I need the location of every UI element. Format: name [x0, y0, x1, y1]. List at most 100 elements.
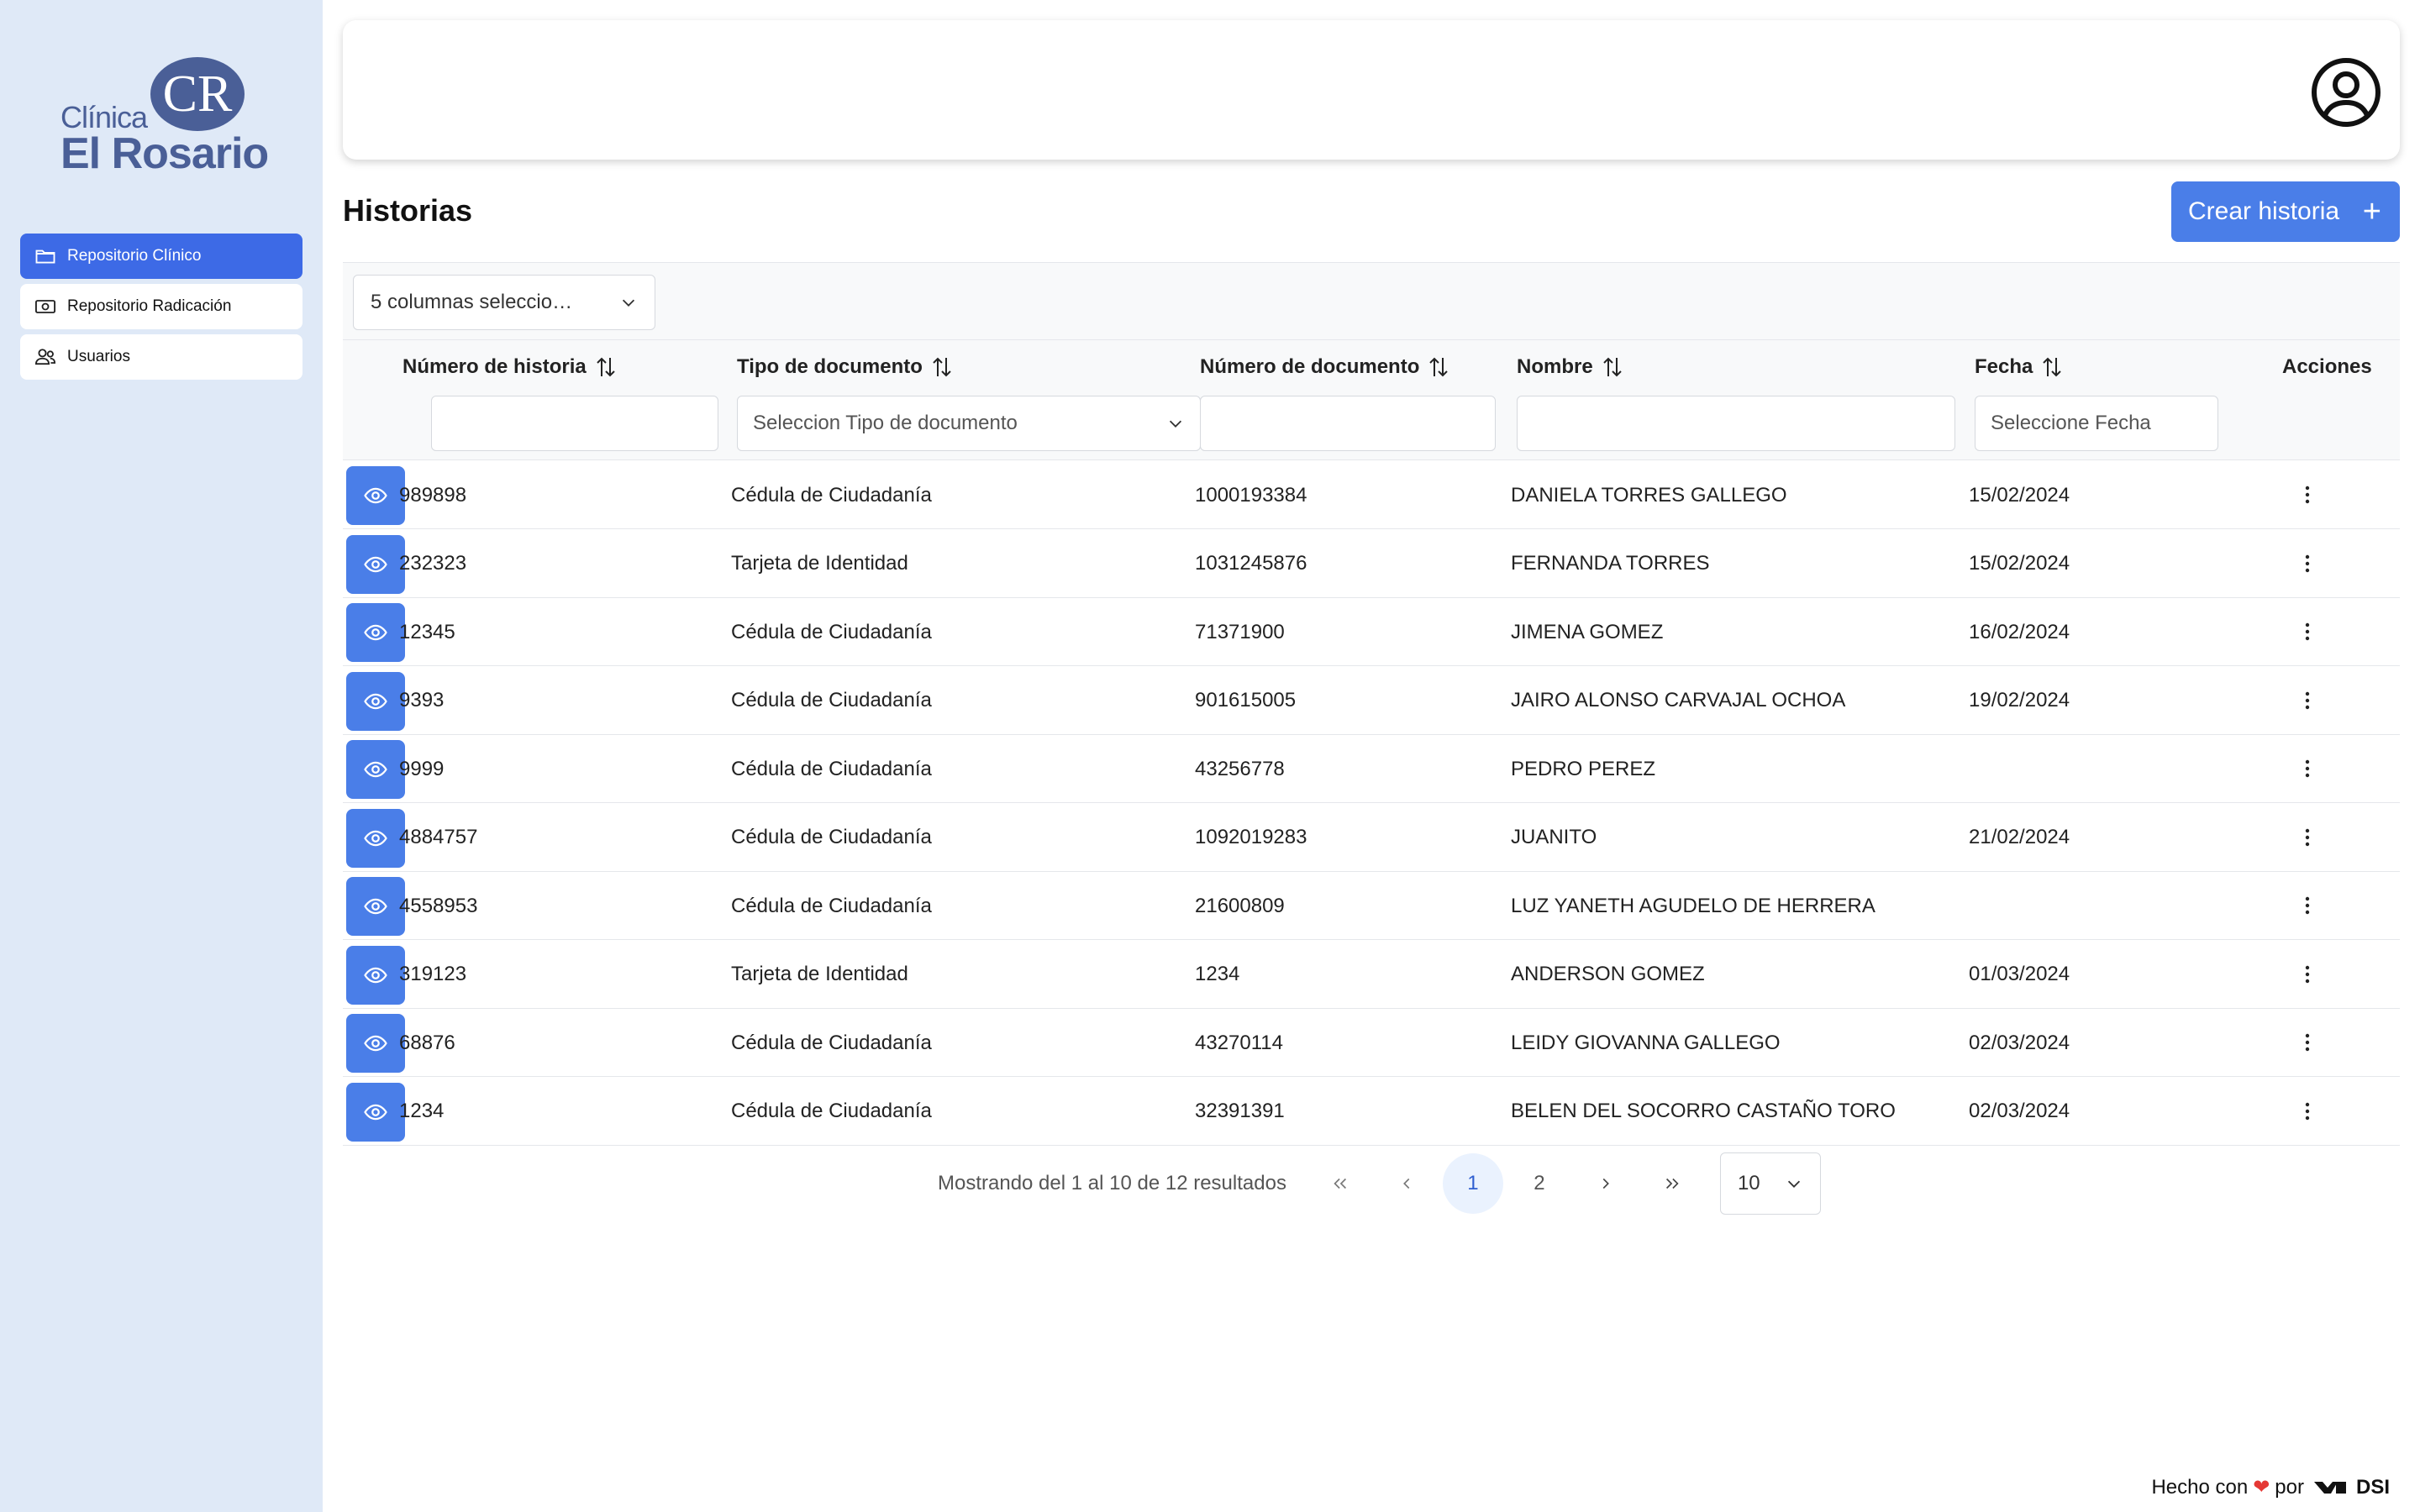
cell-nombre: ANDERSON GOMEZ — [1511, 963, 1705, 985]
next-page-button[interactable] — [1576, 1153, 1636, 1214]
filter-placeholder: Seleccione Fecha — [1991, 412, 2151, 434]
column-header-fecha[interactable]: Fecha — [1975, 350, 2063, 384]
cell-tipo: Cédula de Ciudadanía — [731, 1100, 932, 1122]
cell-tipo: Cédula de Ciudadanía — [731, 1031, 932, 1054]
column-header-label: Tipo de documento — [737, 355, 923, 378]
cell-tipo: Tarjeta de Identidad — [731, 552, 908, 575]
filter-numero-input[interactable] — [1200, 396, 1496, 451]
cell-nombre: LUZ YANETH AGUDELO DE HERRERA — [1511, 894, 1876, 917]
filter-fecha-input[interactable]: Seleccione Fecha — [1975, 396, 2218, 451]
last-page-button[interactable] — [1642, 1153, 1702, 1214]
row-actions-menu-button[interactable] — [2292, 1027, 2323, 1058]
cell-numero: 21600809 — [1195, 894, 1285, 917]
money-bill-icon — [34, 295, 57, 318]
prev-page-button[interactable] — [1376, 1153, 1437, 1214]
table-row: 68876 Cédula de Ciudadanía 43270114 LEIDY G… — [343, 1009, 2400, 1077]
columns-multiselect-value: 5 columnas seleccio… — [371, 291, 573, 313]
table-row: 4884757 Cédula de Ciudadanía 1092019283 JUA… — [343, 803, 2400, 872]
cell-numero: 32391391 — [1195, 1100, 1285, 1122]
clinic-logo[interactable]: CR Clínica El Rosario — [59, 54, 277, 188]
app: CR Clínica El Rosario Repositorio Clínic… — [0, 0, 2420, 1512]
column-header-numero[interactable]: Número de documento — [1200, 350, 1449, 384]
sidebar-nav: Repositorio Clínico Repositorio Radicaci… — [20, 234, 302, 385]
filter-nombre-input[interactable] — [1517, 396, 1955, 451]
table-header: Número de historia Tipo de documento Núm… — [343, 339, 2400, 460]
row-actions-menu-button[interactable] — [2292, 959, 2323, 990]
chevron-down-icon — [1787, 1180, 1801, 1188]
cell-historia: 319123 — [399, 963, 467, 985]
column-header-tipo[interactable]: Tipo de documento — [737, 350, 953, 384]
cell-numero: 1000193384 — [1195, 483, 1307, 507]
column-header-acciones: Acciones — [2282, 350, 2372, 384]
column-header-nombre[interactable]: Nombre — [1517, 350, 1623, 384]
cell-numero: 1234 — [1195, 963, 1240, 985]
page-button-1[interactable]: 1 — [1442, 1153, 1503, 1214]
row-actions-menu-button[interactable] — [2292, 1096, 2323, 1126]
view-button[interactable] — [346, 877, 405, 936]
filter-historia-input[interactable] — [431, 396, 718, 451]
view-button[interactable] — [346, 534, 405, 594]
users-icon — [34, 345, 57, 369]
cell-nombre: JAIRO ALONSO CARVAJAL OCHOA — [1511, 689, 1846, 711]
eye-icon — [364, 693, 387, 709]
sidebar-item-repositorio-clinico[interactable]: Repositorio Clínico — [20, 234, 302, 279]
sort-icon — [1602, 357, 1622, 377]
sidebar-item-label: Repositorio Radicación — [67, 297, 232, 315]
row-actions-menu-button[interactable] — [2292, 890, 2323, 921]
view-button[interactable] — [346, 466, 405, 525]
row-actions-menu-button[interactable] — [2292, 753, 2323, 784]
row-actions-menu-button[interactable] — [2292, 549, 2323, 579]
cell-tipo: Cédula de Ciudadanía — [731, 757, 932, 780]
column-header-historia[interactable]: Número de historia — [402, 350, 617, 384]
row-actions-menu-button[interactable] — [2292, 822, 2323, 853]
table-row: 9393 Cédula de Ciudadanía 901615005 JAIRO A… — [343, 666, 2400, 735]
page-title: Historias — [343, 193, 473, 228]
column-header-label: Fecha — [1975, 355, 2033, 378]
sidebar-item-usuarios[interactable]: Usuarios — [20, 334, 302, 380]
logo-line2: El Rosario — [60, 129, 268, 178]
table-row: 12345 Cédula de Ciudadanía 71371900 JIMENA … — [343, 598, 2400, 666]
sidebar-item-repositorio-radicacion[interactable]: Repositorio Radicación — [20, 284, 302, 329]
filter-tipo-select[interactable]: Seleccion Tipo de documento — [737, 396, 1201, 451]
cell-tipo: Cédula de Ciudadanía — [731, 483, 932, 507]
cell-historia: 1234 — [399, 1100, 445, 1122]
cell-historia: 9999 — [399, 757, 445, 780]
folder-icon — [34, 244, 57, 268]
eye-icon — [364, 898, 387, 915]
user-circle-icon[interactable] — [2311, 57, 2381, 128]
rows-per-page-value: 10 — [1737, 1172, 1760, 1194]
cell-numero: 1031245876 — [1195, 552, 1307, 575]
table-row: 989898 Cédula de Ciudadanía 1000193384 DANI… — [343, 461, 2400, 529]
cell-historia: 4558953 — [399, 894, 478, 917]
kebab-menu-icon — [2305, 622, 2310, 641]
cell-fecha: 21/02/2024 — [1969, 826, 2070, 848]
view-button[interactable] — [346, 1014, 405, 1073]
row-actions-menu-button[interactable] — [2292, 617, 2323, 647]
view-button[interactable] — [346, 1082, 405, 1142]
filter-placeholder: Seleccion Tipo de documento — [753, 412, 1018, 434]
pagination-summary: Mostrando del 1 al 10 de 12 resultados — [938, 1172, 1286, 1194]
cell-tipo: Cédula de Ciudadanía — [731, 894, 932, 917]
view-button[interactable] — [346, 671, 405, 731]
cell-fecha: 02/03/2024 — [1969, 1100, 2070, 1122]
create-button-label: Crear historia — [2188, 197, 2340, 225]
row-actions-menu-button[interactable] — [2292, 480, 2323, 510]
view-button[interactable] — [346, 808, 405, 868]
table-row: 9999 Cédula de Ciudadanía 43256778 PEDRO PE… — [343, 735, 2400, 803]
first-page-button[interactable] — [1310, 1153, 1370, 1214]
create-historia-button[interactable]: Crear historia + — [2171, 181, 2400, 242]
columns-multiselect[interactable]: 5 columnas seleccio… — [353, 275, 655, 330]
view-button[interactable] — [346, 740, 405, 799]
view-button[interactable] — [346, 603, 405, 662]
row-actions-menu-button[interactable] — [2292, 685, 2323, 716]
view-button[interactable] — [346, 945, 405, 1005]
page-button-2[interactable]: 2 — [1509, 1153, 1570, 1214]
rows-per-page-select[interactable]: 10 — [1719, 1152, 1821, 1215]
cell-nombre: FERNANDA TORRES — [1511, 552, 1710, 575]
cell-fecha: 15/02/2024 — [1969, 483, 2070, 507]
cell-nombre: DANIELA TORRES GALLEGO — [1511, 483, 1787, 507]
sidebar-item-label: Repositorio Clínico — [67, 247, 202, 265]
cell-fecha: 16/02/2024 — [1969, 620, 2070, 643]
kebab-menu-icon — [2305, 554, 2310, 572]
sort-icon — [2043, 357, 2062, 377]
